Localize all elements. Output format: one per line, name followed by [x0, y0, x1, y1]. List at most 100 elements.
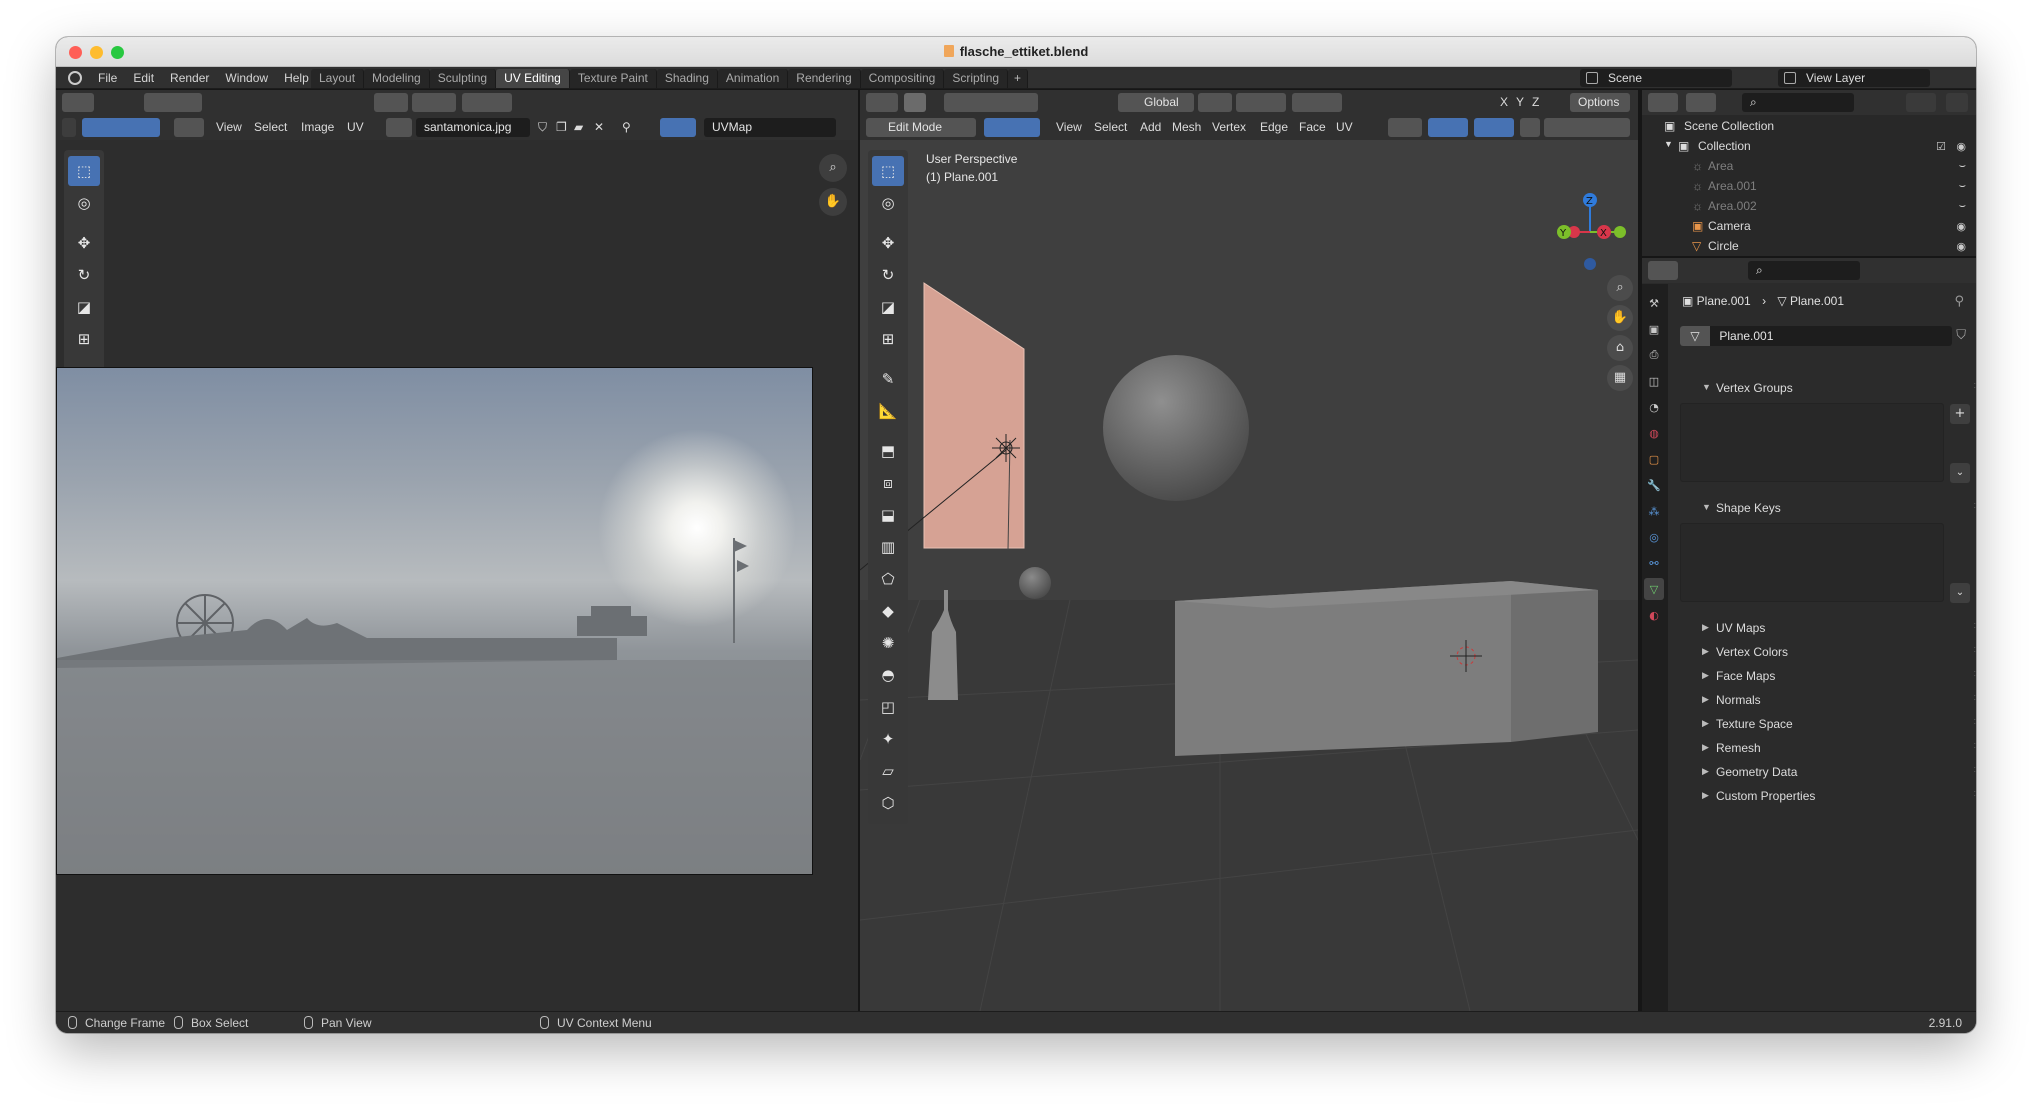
menu-edit[interactable]: Edit — [133, 71, 154, 85]
uv-menu-select[interactable]: Select — [254, 120, 287, 134]
open-image-folder-icon[interactable]: ▰ — [574, 120, 583, 134]
rotate-tool-icon[interactable]: ↻ — [872, 260, 904, 290]
panel-face-maps[interactable]: ▶ Face Maps ∷ — [1692, 666, 1976, 688]
panel-custom-properties[interactable]: ▶ Custom Properties ∷ — [1692, 786, 1976, 808]
transform-tool-icon[interactable]: ⊞ — [68, 324, 100, 354]
move-tool-icon[interactable]: ✥ — [68, 228, 100, 258]
menu-help[interactable]: Help — [284, 71, 309, 85]
uv-sync-options-button[interactable] — [374, 93, 408, 112]
add-vertex-group-button[interactable]: + — [1950, 404, 1970, 424]
new-collection-button[interactable] — [1946, 93, 1968, 112]
navigation-gizmo[interactable]: Z X Y — [1550, 192, 1630, 272]
shading-mode-buttons[interactable] — [1544, 118, 1630, 137]
uv-menu-view[interactable]: View — [216, 120, 242, 134]
edge-slide-tool-icon[interactable]: ◰ — [872, 692, 904, 722]
drag-grip-icon[interactable]: ∷ — [1974, 381, 1976, 392]
image-browse-button[interactable] — [386, 118, 412, 137]
outliner-item-circle[interactable]: ▽ Circle ◉ — [1642, 236, 1976, 256]
shape-key-specials-button[interactable]: ⌄ — [1950, 583, 1970, 603]
panel-uv-maps[interactable]: ▶ UV Maps ∷ — [1692, 618, 1976, 640]
view-layer-tab-icon[interactable]: ◫ — [1644, 370, 1664, 392]
tab-layout[interactable]: Layout — [311, 69, 365, 88]
outliner-item-area-001[interactable]: ☼ Area.001 ⌣ — [1642, 176, 1976, 196]
drag-grip-icon[interactable]: ∷ — [1974, 789, 1976, 800]
gizmo-toggle-button[interactable] — [1428, 118, 1468, 137]
physics-tab-icon[interactable]: ◎ — [1644, 526, 1664, 548]
panel-remesh[interactable]: ▶ Remesh ∷ — [1692, 738, 1976, 760]
drag-grip-icon[interactable]: ∷ — [1974, 501, 1976, 512]
viewport-menu-vertex[interactable]: Vertex — [1212, 120, 1246, 134]
pin-icon[interactable]: ⚲ — [622, 120, 631, 134]
blender-logo-icon[interactable] — [68, 71, 82, 85]
inset-tool-icon[interactable]: ⧈ — [872, 468, 904, 498]
drag-grip-icon[interactable]: ∷ — [1974, 741, 1976, 752]
eye-closed-icon[interactable]: ⌣ — [1959, 160, 1966, 173]
tab-modeling[interactable]: Modeling — [364, 69, 430, 88]
drag-grip-icon[interactable]: ∷ — [1974, 645, 1976, 656]
view-layer-selector[interactable]: View Layer — [1778, 69, 1930, 87]
panel-vertex-colors[interactable]: ▶ Vertex Colors ∷ — [1692, 642, 1976, 664]
eye-closed-icon[interactable]: ⌣ — [1959, 180, 1966, 193]
viewport-menu-face[interactable]: Face — [1299, 120, 1326, 134]
mesh-browse-icon[interactable]: ▽ — [1680, 326, 1710, 346]
sticky-select-button[interactable] — [174, 118, 204, 137]
toggle-perspective-icon[interactable]: ▦ — [1607, 365, 1633, 391]
scale-tool-icon[interactable]: ◪ — [68, 292, 100, 322]
move-tool-icon[interactable]: ✥ — [872, 228, 904, 258]
vertex-groups-list[interactable] — [1680, 403, 1944, 482]
shear-tool-icon[interactable]: ▱ — [872, 756, 904, 786]
uv-menu-uv[interactable]: UV — [347, 120, 364, 134]
panel-normals[interactable]: ▶ Normals ∷ — [1692, 690, 1976, 712]
transform-orientation-dropdown[interactable]: Global — [1118, 93, 1194, 112]
interaction-mode-dropdown[interactable]: Edit Mode — [866, 118, 976, 137]
menu-file[interactable]: File — [98, 71, 117, 85]
drag-grip-icon[interactable]: ∷ — [1974, 717, 1976, 728]
drag-grip-icon[interactable]: ∷ — [1974, 765, 1976, 776]
image-name-field[interactable]: santamonica.jpg — [416, 118, 530, 137]
uv-sync-toggle-button[interactable] — [62, 118, 76, 137]
fake-user-shield-icon[interactable]: ⛉ — [538, 120, 547, 135]
mesh-datablock-field[interactable]: ▽ Plane.001 — [1680, 326, 1952, 346]
poly-build-tool-icon[interactable]: ◆ — [872, 596, 904, 626]
properties-search-field[interactable]: ⌕ — [1748, 261, 1860, 280]
panel-geometry-data[interactable]: ▶ Geometry Data ∷ — [1692, 762, 1976, 784]
uv-selection-mode-buttons[interactable] — [82, 118, 160, 137]
options-dropdown[interactable]: Options — [1570, 93, 1630, 112]
collection-checkbox[interactable]: ☑ — [1936, 140, 1946, 153]
cursor-tool-icon[interactable]: ◎ — [68, 188, 100, 218]
material-tab-icon[interactable]: ◐ — [1644, 604, 1664, 626]
scene-selector[interactable]: Scene — [1580, 69, 1732, 87]
knife-tool-icon[interactable]: ⬠ — [872, 564, 904, 594]
menu-window[interactable]: Window — [225, 71, 268, 85]
axis-lock-z[interactable]: Z — [1532, 95, 1539, 109]
uv-map-field[interactable]: UVMap — [704, 118, 836, 137]
select-box-tool-icon[interactable]: ⬚ — [68, 156, 100, 186]
tab-rendering[interactable]: Rendering — [788, 69, 861, 88]
mesh-data-tab-icon[interactable]: ▽ — [1644, 578, 1664, 600]
outliner-scene-collection[interactable]: ▣ Scene Collection — [1642, 116, 1976, 136]
viewport-proportional-editing-button[interactable] — [1292, 93, 1342, 112]
eye-icon[interactable]: ◉ — [1956, 220, 1966, 233]
add-workspace-button[interactable]: + — [1008, 69, 1029, 88]
visibility-button[interactable] — [1388, 118, 1422, 137]
viewport-menu-edge[interactable]: Edge — [1260, 120, 1288, 134]
filter-button[interactable] — [1906, 93, 1936, 112]
pan-view-icon[interactable]: ✋ — [1607, 305, 1633, 331]
eye-icon[interactable]: ◉ — [1956, 140, 1966, 153]
object-tab-icon[interactable]: ▢ — [1644, 448, 1664, 470]
render-tab-icon[interactable]: ▣ — [1644, 318, 1664, 340]
xray-toggle-button[interactable] — [1520, 118, 1540, 137]
viewport-menu-uv[interactable]: UV — [1336, 120, 1353, 134]
scene-tab-icon[interactable]: ◔ — [1644, 396, 1664, 418]
viewport-editor-type-button[interactable] — [866, 93, 898, 112]
properties-editor-type-button[interactable] — [1648, 261, 1678, 280]
select-box-tool-icon[interactable]: ⬚ — [872, 156, 904, 186]
rotate-tool-icon[interactable]: ↻ — [68, 260, 100, 290]
smooth-tool-icon[interactable]: ◓ — [872, 660, 904, 690]
spin-tool-icon[interactable]: ✺ — [872, 628, 904, 658]
extrude-tool-icon[interactable]: ⬒ — [872, 436, 904, 466]
viewport-scene[interactable] — [860, 140, 1638, 1011]
proportional-editing-button[interactable] — [462, 93, 512, 112]
annotate-tool-icon[interactable]: ✎ — [872, 364, 904, 394]
tab-shading[interactable]: Shading — [656, 69, 718, 88]
